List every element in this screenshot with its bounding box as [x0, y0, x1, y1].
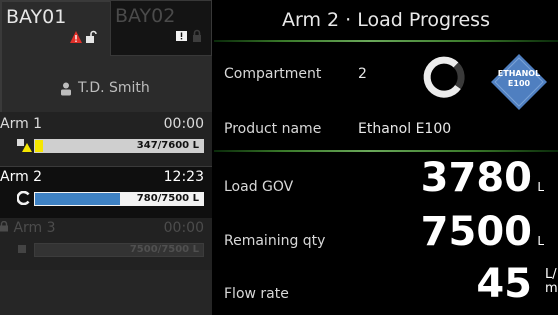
padlock-icon — [193, 29, 201, 42]
arm-progress-bar: 347/7600 L — [34, 139, 204, 153]
warning-icon — [176, 29, 201, 42]
flow-rate-value: 45 — [476, 261, 532, 307]
load-progress-ring-icon — [423, 56, 465, 98]
title-divider — [214, 40, 558, 42]
status-square-icon — [18, 245, 26, 253]
product-badge-line-1: ETHANOL — [497, 69, 541, 78]
arm-row-3: Arm 3 00:00 7500/7500 L — [0, 218, 212, 270]
flow-unit-bottom: mi — [545, 281, 558, 296]
arm-progress-fill — [35, 140, 43, 152]
product-badge: ETHANOL E100 — [490, 53, 548, 111]
remaining-qty-value: 7500 — [420, 209, 532, 255]
compartment-value: 2 — [358, 66, 367, 82]
product-label: Product name — [224, 121, 322, 137]
arm-progress-fill — [35, 193, 120, 205]
padlock-icon — [0, 220, 8, 232]
flow-unit-top: L/ — [545, 267, 557, 282]
remaining-qty-label: Remaining qty — [224, 233, 326, 249]
arm-name: Arm 2 — [0, 169, 43, 185]
arm-progress-bar: 7500/7500 L — [34, 243, 204, 257]
arm-time: 00:00 — [163, 116, 204, 132]
arm-time: 00:00 — [163, 220, 204, 236]
remaining-qty-unit: L — [537, 234, 544, 248]
alarm-icon — [70, 30, 97, 43]
arm-name: Arm 3 — [0, 220, 56, 236]
arm-name: Arm 1 — [0, 116, 43, 132]
operator-name: T.D. Smith — [78, 80, 150, 96]
nozzle-warning-icon — [17, 139, 32, 152]
arm-row-2[interactable]: Arm 2 12:23 780/7500 L — [0, 166, 212, 218]
product-value: Ethanol E100 — [358, 121, 452, 137]
unlocked-padlock-icon — [86, 30, 97, 43]
flow-rate-label: Flow rate — [224, 286, 289, 302]
arm-progress-bar: 780/7500 L — [34, 192, 204, 206]
arm-time: 12:23 — [163, 169, 204, 185]
product-badge-line-2: E100 — [507, 79, 531, 88]
arm-row-1[interactable]: Arm 1 00:00 347/7600 L — [0, 114, 212, 166]
compartment-label: Compartment — [224, 66, 322, 82]
operator-row: T.D. Smith — [0, 56, 212, 112]
loading-spinner-icon — [17, 191, 30, 205]
bay02-status-icons — [175, 26, 203, 48]
arm-name-text: Arm 3 — [13, 220, 56, 236]
load-gov-label: Load GOV — [224, 179, 294, 195]
product-badge-text: ETHANOL E100 — [490, 69, 548, 89]
bay01-label: BAY01 — [6, 6, 67, 28]
user-icon — [61, 82, 71, 96]
bay02-label: BAY02 — [115, 5, 176, 27]
tab-bay01[interactable]: BAY01 — [0, 0, 110, 56]
arm-progress-text: 780/7500 L — [136, 193, 199, 204]
panel-title: Arm 2 · Load Progress — [282, 9, 490, 31]
arm-progress-text: 7500/7500 L — [129, 244, 199, 255]
product-divider — [214, 150, 558, 152]
loading-terminal-screen: BAY01 BAY02 T.D. Smith Arm 1 00:00 347/7… — [0, 0, 558, 315]
empty-slot — [0, 270, 212, 315]
load-gov-unit: L — [537, 180, 544, 194]
arm-selection-panel: BAY01 BAY02 T.D. Smith Arm 1 00:00 347/7… — [0, 0, 212, 315]
load-progress-panel: Arm 2 · Load Progress Compartment 2 ETHA… — [214, 0, 558, 315]
arm-progress-text: 347/7600 L — [136, 140, 199, 151]
load-gov-value: 3780 — [420, 155, 532, 201]
tab-bay02[interactable]: BAY02 — [110, 0, 212, 56]
flow-rate-unit: L/ mi — [545, 268, 558, 296]
bay01-status-icons — [70, 27, 100, 49]
